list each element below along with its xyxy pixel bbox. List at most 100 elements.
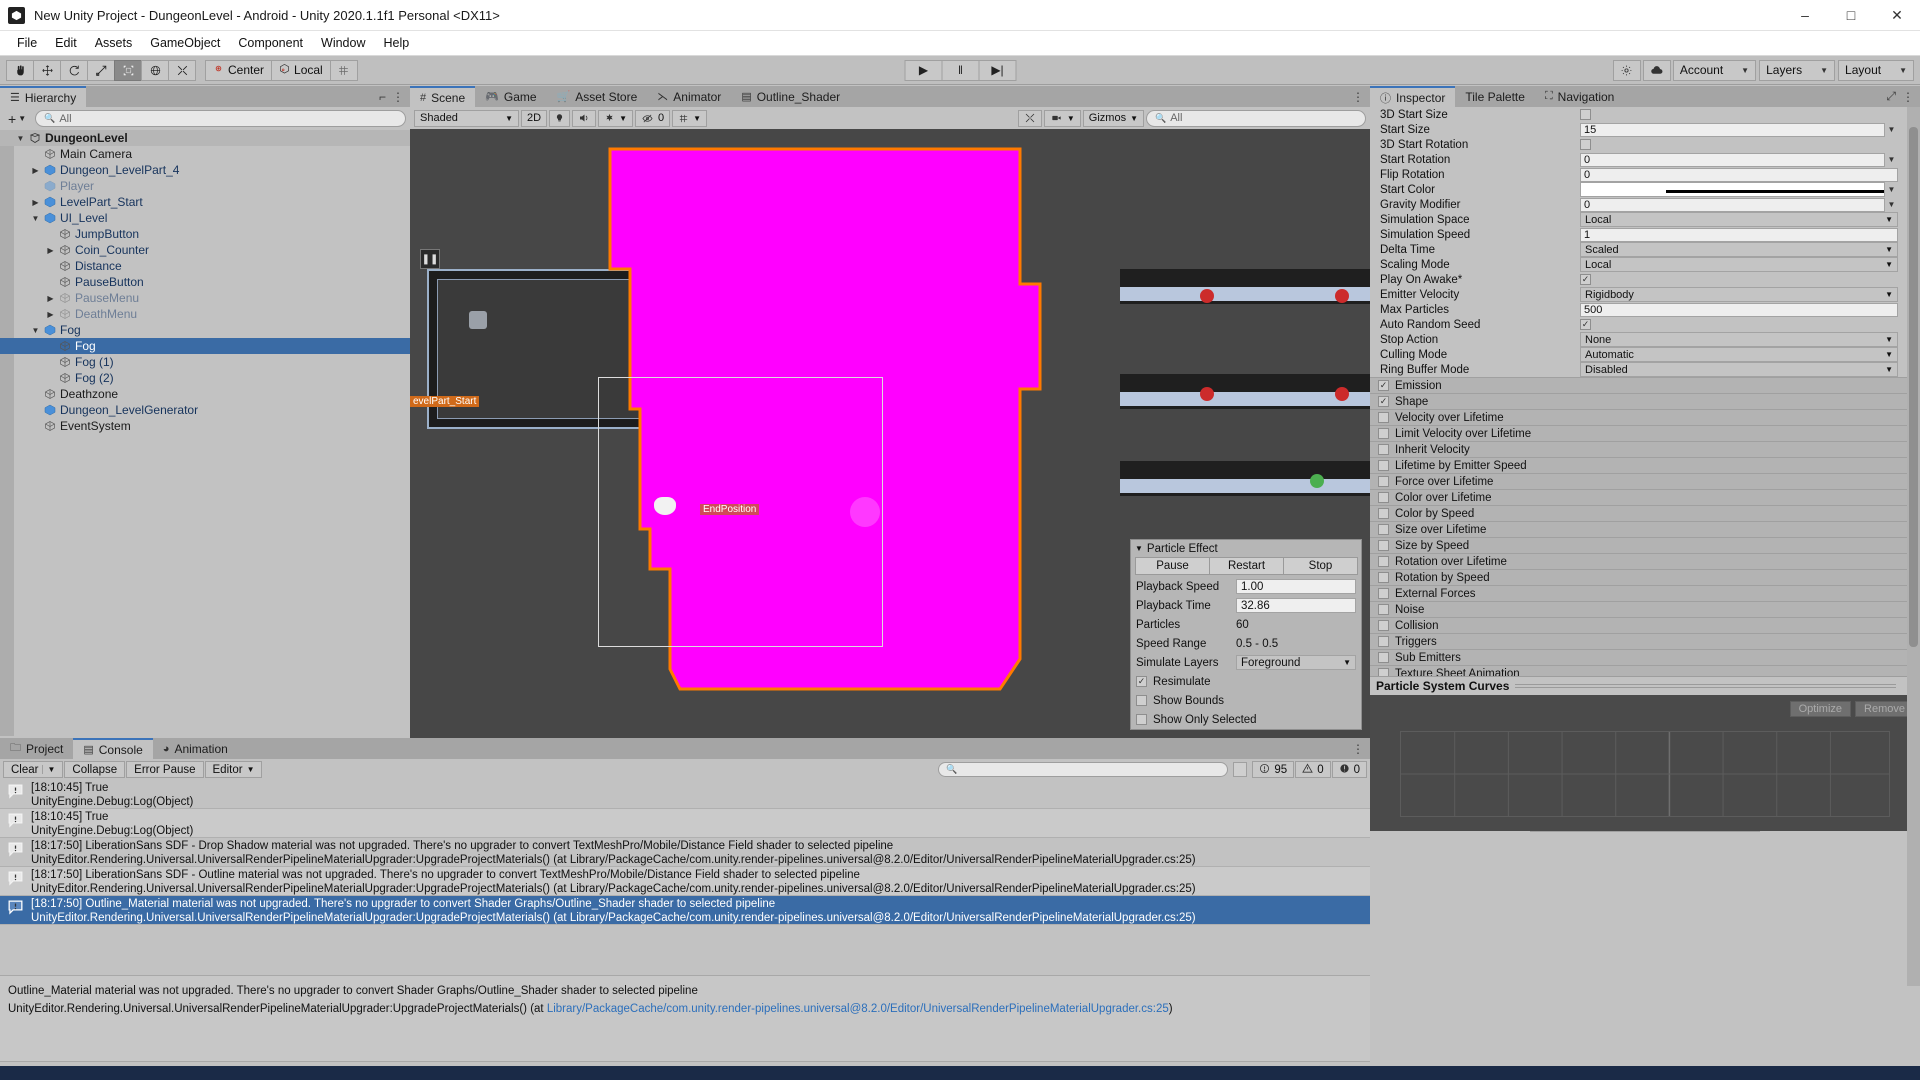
hierarchy-item[interactable]: ▼DungeonLevel — [0, 130, 410, 146]
color-gradient-field[interactable] — [1580, 182, 1885, 197]
checkbox[interactable] — [1136, 695, 1147, 706]
scale-tool-button[interactable] — [87, 60, 115, 81]
menu-window[interactable]: Window — [312, 33, 374, 53]
module-row[interactable]: ✓Emission — [1370, 377, 1920, 393]
hierarchy-item[interactable]: ▼Fog — [0, 322, 410, 338]
scene-tools-icon[interactable] — [1018, 110, 1042, 127]
tab-game[interactable]: 🎮Game — [475, 86, 546, 107]
kebab-icon[interactable]: ⋮ — [1352, 742, 1364, 756]
checkbox[interactable] — [1378, 412, 1389, 423]
tab-animator[interactable]: ⋋Animator — [647, 86, 731, 107]
module-row[interactable]: Size by Speed — [1370, 537, 1920, 553]
tab-inspector[interactable]: ⓘInspector — [1370, 86, 1455, 107]
particle-value-input[interactable]: 32.86 — [1236, 598, 1356, 613]
pause-button[interactable]: ‖ — [942, 60, 980, 81]
checkbox[interactable] — [1378, 588, 1389, 599]
gizmo-handle[interactable] — [850, 497, 880, 527]
module-row[interactable]: Noise — [1370, 601, 1920, 617]
checkbox[interactable] — [1378, 652, 1389, 663]
menu-file[interactable]: File — [8, 33, 46, 53]
tab-navigation[interactable]: ⛶Navigation — [1535, 86, 1624, 107]
hierarchy-item-selected[interactable]: Fog — [0, 338, 410, 354]
pivot-rotation-button[interactable]: Local — [271, 60, 331, 81]
warning-count-badge[interactable]: 0 — [1295, 761, 1330, 778]
inspector-body[interactable]: 3D Start SizeStart Size15▼3D Start Rotat… — [1370, 107, 1920, 986]
hierarchy-item[interactable]: Deathzone — [0, 386, 410, 402]
scene-search-input[interactable]: 🔍 All — [1146, 110, 1366, 127]
tab-hierarchy[interactable]: ☰ Hierarchy — [0, 86, 86, 107]
hierarchy-item[interactable]: ▶LevelPart_Start — [0, 194, 410, 210]
scene-viewport[interactable]: ❚❚ evelPart_Start EndPosition — [410, 129, 1370, 738]
chevron-down-icon[interactable]: ▼ — [1885, 183, 1898, 197]
hierarchy-item[interactable]: Distance — [0, 258, 410, 274]
cloud-icon[interactable] — [1643, 60, 1671, 81]
play-button[interactable]: ▶ — [905, 60, 943, 81]
chevron-right-icon[interactable]: ▶ — [44, 294, 57, 303]
property-dropdown[interactable]: Rigidbody▼ — [1580, 287, 1898, 302]
grid-icon[interactable]: ▼ — [672, 110, 707, 127]
tab-scene[interactable]: #Scene — [410, 86, 475, 107]
property-input[interactable]: 500 — [1580, 303, 1898, 317]
checkbox[interactable]: ✓ — [1378, 396, 1389, 407]
checkbox[interactable] — [1378, 604, 1389, 615]
checkbox[interactable] — [1378, 492, 1389, 503]
optimize-button[interactable]: Optimize — [1790, 701, 1851, 717]
particle-stop-button[interactable]: Stop — [1283, 557, 1358, 575]
checkbox[interactable] — [1580, 139, 1591, 150]
kebab-icon[interactable]: ⋮ — [1902, 90, 1914, 104]
hierarchy-item[interactable]: Fog (1) — [0, 354, 410, 370]
module-row[interactable]: Color by Speed — [1370, 505, 1920, 521]
property-dropdown[interactable]: None▼ — [1580, 332, 1898, 347]
module-row[interactable]: Rotation over Lifetime — [1370, 553, 1920, 569]
checkbox[interactable] — [1378, 620, 1389, 631]
custom-tool-button[interactable] — [168, 60, 196, 81]
grid-snap-button[interactable] — [330, 60, 358, 81]
menu-gameobject[interactable]: GameObject — [141, 33, 229, 53]
checkbox[interactable] — [1378, 444, 1389, 455]
property-input[interactable]: 0 — [1580, 198, 1885, 212]
error-count-badge[interactable]: 0 — [1332, 761, 1367, 778]
audio-icon[interactable] — [572, 110, 596, 127]
console-log-list[interactable]: [18:10:45] TrueUnityEngine.Debug:Log(Obj… — [0, 780, 1370, 975]
checkbox[interactable]: ✓ — [1136, 676, 1147, 687]
checkbox[interactable] — [1378, 572, 1389, 583]
hierarchy-search-input[interactable]: 🔍 All — [35, 110, 406, 127]
property-input[interactable]: 15 — [1580, 123, 1885, 137]
checkbox[interactable] — [1378, 540, 1389, 551]
module-row[interactable]: Sub Emitters — [1370, 649, 1920, 665]
console-entry[interactable]: [18:17:50] LiberationSans SDF - Outline … — [0, 867, 1370, 896]
hand-tool-button[interactable] — [6, 60, 34, 81]
hierarchy-item[interactable]: Main Camera — [0, 146, 410, 162]
tab-console[interactable]: ▤Console — [73, 738, 152, 759]
create-object-button[interactable]: +▼ — [4, 109, 30, 129]
layout-button[interactable]: Layout▼ — [1838, 60, 1914, 81]
particle-value-input[interactable]: 1.00 — [1236, 579, 1356, 594]
console-filter-toggle[interactable] — [1233, 762, 1247, 777]
chevron-down-icon[interactable]: ▼ — [1885, 153, 1898, 167]
menu-assets[interactable]: Assets — [86, 33, 142, 53]
layers-button[interactable]: Layers▼ — [1759, 60, 1835, 81]
chevron-right-icon[interactable]: ▶ — [44, 310, 57, 319]
hierarchy-item[interactable]: ▶PauseMenu — [0, 290, 410, 306]
hierarchy-item[interactable]: PauseButton — [0, 274, 410, 290]
checkbox[interactable] — [1378, 556, 1389, 567]
tab-asset-store[interactable]: 🛒Asset Store — [547, 86, 648, 107]
chevron-right-icon[interactable]: ▶ — [44, 246, 57, 255]
checkbox[interactable] — [1378, 636, 1389, 647]
module-row[interactable]: ✓Shape — [1370, 393, 1920, 409]
particle-checkbox-row[interactable]: Show Only Selected — [1131, 710, 1361, 729]
console-entry[interactable]: [18:17:50] LiberationSans SDF - Drop Sha… — [0, 838, 1370, 867]
expand-icon[interactable]: ⤢ — [1886, 89, 1896, 104]
collapse-button[interactable]: Collapse — [64, 761, 125, 778]
detail-link[interactable]: Library/PackageCache/com.unity.render-pi… — [547, 1003, 1169, 1015]
remove-button[interactable]: Remove — [1855, 701, 1914, 717]
hierarchy-item[interactable]: ▶Coin_Counter — [0, 242, 410, 258]
property-dropdown[interactable]: Local▼ — [1580, 257, 1898, 272]
clear-button[interactable]: Clear▼ — [3, 761, 63, 778]
property-input[interactable]: 0 — [1580, 153, 1885, 167]
module-row[interactable]: Rotation by Speed — [1370, 569, 1920, 585]
scene-visibility-button[interactable]: 0 — [635, 110, 670, 127]
gizmos-dropdown[interactable]: Gizmos▼ — [1083, 110, 1144, 127]
hierarchy-item[interactable]: ▶DeathMenu — [0, 306, 410, 322]
property-dropdown[interactable]: Scaled▼ — [1580, 242, 1898, 257]
